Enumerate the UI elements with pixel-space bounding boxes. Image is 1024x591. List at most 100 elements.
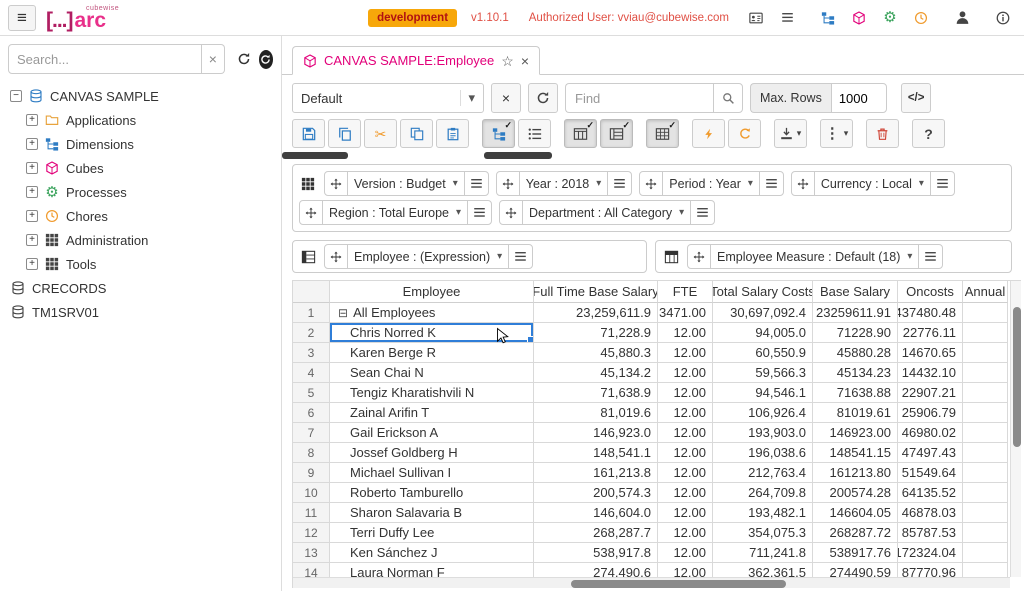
base-salary-cell[interactable]: 161213.80 [813,463,898,483]
hamburger-menu-button[interactable]: ≡ [8,5,36,31]
total-salary-costs-cell[interactable]: 94,546.1 [713,383,813,403]
tree-item[interactable]: CANVAS SAMPLE [0,84,281,108]
oncosts-cell[interactable]: 172324.04 [898,543,963,563]
base-salary-cell[interactable]: 81019.61 [813,403,898,423]
cubes-icon[interactable] [850,9,868,27]
employee-cell[interactable]: Tengiz Kharatishvili N [330,383,534,403]
subset-editor-button[interactable] [607,171,632,196]
search-clear-button[interactable]: × [202,44,225,74]
fte-cell[interactable]: 12.00 [658,383,713,403]
total-salary-costs-cell[interactable]: 354,075.3 [713,523,813,543]
row-number[interactable]: 13 [293,543,330,563]
hierarchy-toggle[interactable] [482,119,515,148]
total-salary-costs-cell[interactable]: 711,241.8 [713,543,813,563]
rebuild-button[interactable] [692,119,725,148]
save-button[interactable] [292,119,325,148]
employee-cell[interactable]: All Employees [330,303,534,323]
annual-cell[interactable] [963,383,1008,403]
oncosts-cell[interactable]: 7437480.48 [898,303,963,323]
reset-connections-icon[interactable] [259,50,273,69]
row-number[interactable]: 6 [293,403,330,423]
processes-icon[interactable]: ⚙ [881,9,899,27]
total-salary-costs-cell[interactable]: 94,005.0 [713,323,813,343]
fte-cell[interactable]: 3471.00 [658,303,713,323]
corner-header[interactable] [293,281,330,303]
oncosts-cell[interactable]: 22907.21 [898,383,963,403]
refresh-tree-icon[interactable] [237,52,251,66]
delete-button[interactable] [866,119,899,148]
full-time-base-salary-cell[interactable]: 148,541.1 [534,443,658,463]
full-time-base-salary-cell[interactable]: 71,228.9 [534,323,658,343]
annual-cell[interactable] [963,523,1008,543]
base-salary-cell[interactable]: 45134.23 [813,363,898,383]
expand-toggle-icon[interactable] [10,90,22,102]
list-view-toggle[interactable] [518,119,551,148]
employee-cell[interactable]: Jossef Goldberg H [330,443,534,463]
favorite-star-icon[interactable]: ☆ [501,54,514,68]
total-salary-costs-cell[interactable]: 212,763.4 [713,463,813,483]
base-salary-cell[interactable]: 146923.00 [813,423,898,443]
employee-cell[interactable]: Roberto Tamburello [330,483,534,503]
rows-area-toggle[interactable] [600,119,633,148]
annual-cell[interactable] [963,423,1008,443]
full-time-base-salary-cell[interactable]: 146,604.0 [534,503,658,523]
fte-cell[interactable]: 12.00 [658,323,713,343]
column-header-total-salary-costs[interactable]: Total Salary Costs [713,281,813,303]
total-salary-costs-cell[interactable]: 60,550.9 [713,343,813,363]
full-time-base-salary-cell[interactable]: 81,019.6 [534,403,658,423]
move-handle-icon[interactable] [324,244,348,269]
tree-item[interactable]: TM1SRV01 [0,300,281,324]
total-salary-costs-cell[interactable]: 196,038.6 [713,443,813,463]
subset-editor-button[interactable] [690,200,715,225]
expand-toggle-icon[interactable] [26,234,38,246]
full-time-base-salary-cell[interactable]: 538,917.8 [534,543,658,563]
annual-cell[interactable] [963,483,1008,503]
column-header-fte[interactable]: FTE [658,281,713,303]
base-salary-cell[interactable]: 45880.28 [813,343,898,363]
annual-cell[interactable] [963,463,1008,483]
dimension-element-select[interactable]: Department : All Category [522,200,691,225]
cut-button[interactable]: ✂ [364,119,397,148]
annual-cell[interactable] [963,303,1008,323]
columns-area-toggle[interactable] [564,119,597,148]
clear-view-button[interactable]: × [491,83,521,113]
dimension-element-select[interactable]: Year : 2018 [519,171,609,196]
total-salary-costs-cell[interactable]: 30,697,092.4 [713,303,813,323]
annual-cell[interactable] [963,403,1008,423]
employee-cell[interactable]: Ken Sánchez J [330,543,534,563]
row-number[interactable]: 7 [293,423,330,443]
move-handle-icon[interactable] [299,200,323,225]
fte-cell[interactable]: 12.00 [658,543,713,563]
fte-cell[interactable]: 12.00 [658,463,713,483]
tree-item[interactable]: Tools [0,252,281,276]
column-header-full-time-base-salary[interactable]: Full Time Base Salary [534,281,658,303]
subset-editor-button[interactable] [467,200,492,225]
export-button[interactable] [774,119,807,148]
tree-item[interactable]: Cubes [0,156,281,180]
help-button[interactable]: ? [912,119,945,148]
tree-item[interactable]: Applications [0,108,281,132]
dimension-element-select[interactable]: Employee Measure : Default (18) [710,244,919,269]
subset-editor-button[interactable] [759,171,784,196]
tab-close-icon[interactable]: × [521,54,529,68]
move-handle-icon[interactable] [687,244,711,269]
tree-item[interactable]: Administration [0,228,281,252]
column-header-employee[interactable]: Employee [330,281,534,303]
base-salary-cell[interactable]: 71638.88 [813,383,898,403]
column-header-oncosts[interactable]: Oncosts [898,281,963,303]
oncosts-cell[interactable]: 64135.52 [898,483,963,503]
user-card-icon[interactable] [747,9,765,27]
column-header-annual[interactable]: Annual [963,281,1008,303]
employee-cell[interactable]: Karen Berge R [330,343,534,363]
max-rows-input[interactable] [831,83,887,113]
copy-button[interactable] [328,119,361,148]
annual-cell[interactable] [963,343,1008,363]
expand-toggle-icon[interactable] [26,258,38,270]
employee-cell[interactable]: Chris Norred K [330,323,534,343]
base-salary-cell[interactable]: 23259611.91 [813,303,898,323]
employee-cell[interactable]: Terri Duffy Lee [330,523,534,543]
base-salary-cell[interactable]: 268287.72 [813,523,898,543]
move-handle-icon[interactable] [499,200,523,225]
annual-cell[interactable] [963,363,1008,383]
dimension-element-select[interactable]: Employee : (Expression) [347,244,509,269]
